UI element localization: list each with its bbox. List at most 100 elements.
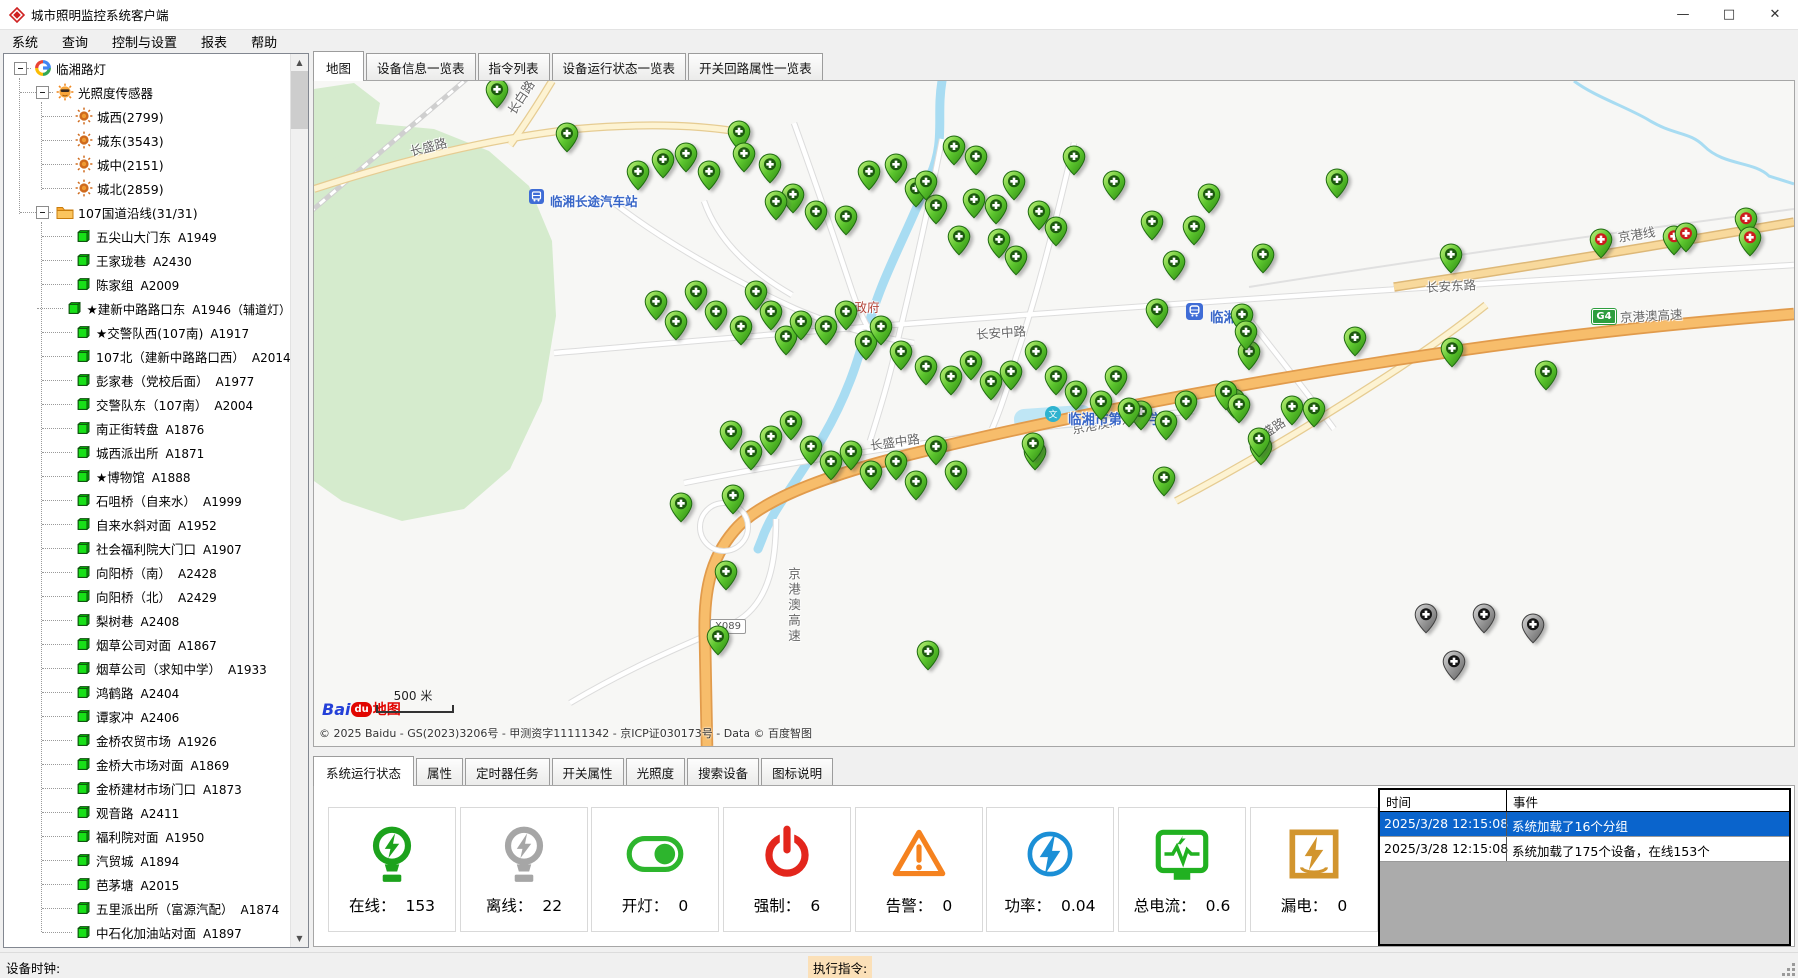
- scroll-down-icon[interactable]: ▼: [291, 930, 308, 947]
- tree-item-sensor[interactable]: 城北(2859): [4, 176, 291, 200]
- tree-item-device[interactable]: 王家珑巷A2430: [4, 248, 291, 272]
- tree-item-sensor[interactable]: 城中(2151): [4, 152, 291, 176]
- map-pin-online[interactable]: [729, 315, 753, 346]
- event-row[interactable]: 2025/3/28 12:15:08系统加载了16个分组: [1380, 812, 1789, 837]
- map-pin-online[interactable]: [1197, 183, 1221, 214]
- map-pin-online[interactable]: [857, 160, 881, 191]
- status-tab-2[interactable]: 定时器任务: [465, 758, 550, 785]
- map-pin-online[interactable]: [1062, 145, 1086, 176]
- map-pin-online[interactable]: [764, 190, 788, 221]
- map-tab-2[interactable]: 指令列表: [478, 53, 550, 80]
- map-tab-1[interactable]: 设备信息一览表: [366, 53, 476, 80]
- tree-item-device[interactable]: 福利院对面A1950: [4, 824, 291, 848]
- tree-item-device[interactable]: 中石化加油站对面A1897: [4, 920, 291, 944]
- map-pin-online[interactable]: [704, 300, 728, 331]
- map-pin-online[interactable]: [1343, 326, 1367, 357]
- tree-group-road[interactable]: 107国道沿线(31/31): [4, 200, 291, 224]
- tree-item-device[interactable]: 汽贸城A1894: [4, 848, 291, 872]
- event-row[interactable]: 2025/3/28 12:15:08系统加载了175个设备，在线153个: [1380, 837, 1789, 862]
- tree-item-device[interactable]: 自来水斜对面A1952: [4, 512, 291, 536]
- tree-item-device[interactable]: 五尖山大门东A1949: [4, 224, 291, 248]
- map-pin-online[interactable]: [889, 340, 913, 371]
- map-pin-online[interactable]: [721, 484, 745, 515]
- map-pin-online[interactable]: [947, 225, 971, 256]
- map-pin-online[interactable]: [626, 160, 650, 191]
- map-pin-online[interactable]: [789, 310, 813, 341]
- tree-item-device[interactable]: ★建新中路路口东A1946（辅道灯）: [4, 296, 291, 320]
- tree-item-device[interactable]: 烟草公司（求知中学）A1933: [4, 656, 291, 680]
- map-pin-online[interactable]: [1182, 215, 1206, 246]
- map-pin-online[interactable]: [674, 142, 698, 173]
- map-pin-online[interactable]: [651, 148, 675, 179]
- map-pin-online[interactable]: [1234, 320, 1258, 351]
- tree-expander-icon[interactable]: [14, 62, 27, 75]
- menu-item-报表[interactable]: 报表: [189, 29, 239, 54]
- status-tab-4[interactable]: 光照度: [626, 758, 686, 785]
- menu-item-控制与设置[interactable]: 控制与设置: [100, 29, 189, 54]
- map-pin-online[interactable]: [1439, 243, 1463, 274]
- map-pin-online[interactable]: [555, 122, 579, 153]
- map-pin-online[interactable]: [1162, 250, 1186, 281]
- map-pin-online[interactable]: [1044, 216, 1068, 247]
- map-pin-online[interactable]: [1002, 170, 1026, 201]
- map-pin-online[interactable]: [834, 300, 858, 331]
- map-pin-online[interactable]: [1104, 365, 1128, 396]
- tree-item-device[interactable]: 向阳桥（北）A2429: [4, 584, 291, 608]
- tree-item-device[interactable]: 烟草公司对面A1867: [4, 632, 291, 656]
- map-pin-online[interactable]: [1251, 243, 1275, 274]
- map-pin-offline[interactable]: [1521, 613, 1545, 644]
- tree-item-device[interactable]: 107北（建新中路路口西）A2014: [4, 344, 291, 368]
- resize-grip[interactable]: [1782, 963, 1796, 977]
- map-pin-online[interactable]: [834, 205, 858, 236]
- tree-item-device[interactable]: 梨树巷A2408: [4, 608, 291, 632]
- tree-group-sensors[interactable]: 光照度传感器: [4, 80, 291, 104]
- map-pin-online[interactable]: [1064, 380, 1088, 411]
- tree-scrollbar[interactable]: ▲ ▼: [290, 54, 308, 947]
- tree-item-device[interactable]: 鸿鹤路A2404: [4, 680, 291, 704]
- tree-item-device[interactable]: 向阳桥（南）A2428: [4, 560, 291, 584]
- scroll-up-icon[interactable]: ▲: [291, 54, 308, 71]
- map-pin-online[interactable]: [944, 460, 968, 491]
- map-pin-alarm[interactable]: [1674, 222, 1698, 253]
- tree-item-device[interactable]: 交警队东（107南）A2004: [4, 392, 291, 416]
- map-pin-online[interactable]: [664, 310, 688, 341]
- tree-item-device[interactable]: 谭家冲A2406: [4, 704, 291, 728]
- map-pin-online[interactable]: [1117, 397, 1141, 428]
- map-pin-online[interactable]: [758, 153, 782, 184]
- tree-item-device[interactable]: ★交警队西(107南)A1917: [4, 320, 291, 344]
- menu-item-帮助[interactable]: 帮助: [239, 29, 289, 54]
- map-pin-online[interactable]: [1534, 360, 1558, 391]
- map-pin-online[interactable]: [999, 360, 1023, 391]
- map-pin-offline[interactable]: [1472, 603, 1496, 634]
- device-tree[interactable]: 临湘路灯光照度传感器城西(2799)城东(3543)城中(2151)城北(285…: [4, 56, 291, 947]
- tree-item-sensor[interactable]: 城东(3543): [4, 128, 291, 152]
- tree-root[interactable]: 临湘路灯: [4, 56, 291, 80]
- map-pin-online[interactable]: [706, 625, 730, 656]
- menu-item-系统[interactable]: 系统: [0, 29, 50, 54]
- tree-item-device[interactable]: 彭家巷（党校后面）A1977: [4, 368, 291, 392]
- map-pin-online[interactable]: [914, 170, 938, 201]
- tree-expander-icon[interactable]: [36, 206, 49, 219]
- tree-item-device[interactable]: 五里派出所（富源汽配）A1874: [4, 896, 291, 920]
- map-pin-online[interactable]: [485, 80, 509, 109]
- tree-item-device[interactable]: 南正街转盘A1876: [4, 416, 291, 440]
- map-pin-online[interactable]: [964, 145, 988, 176]
- map-pin-online[interactable]: [916, 640, 940, 671]
- map-pin-online[interactable]: [1021, 432, 1045, 463]
- minimize-button[interactable]: —: [1660, 0, 1706, 29]
- tree-item-device[interactable]: 城西派出所A1871: [4, 440, 291, 464]
- tree-item-device[interactable]: 金桥大市场对面A1869: [4, 752, 291, 776]
- status-tab-1[interactable]: 属性: [416, 758, 463, 785]
- close-button[interactable]: ✕: [1752, 0, 1798, 29]
- tree-expander-icon[interactable]: [36, 86, 49, 99]
- map-canvas[interactable]: 长白路长盛路长安中路长安东路长盛中路京港澳高速京港澳高速京港线长盛路京港澳高速临…: [313, 80, 1795, 747]
- map-pin-online[interactable]: [904, 470, 928, 501]
- maximize-button[interactable]: □: [1706, 0, 1752, 29]
- map-pin-online[interactable]: [1302, 397, 1326, 428]
- map-pin-online[interactable]: [697, 160, 721, 191]
- map-pin-online[interactable]: [1152, 466, 1176, 497]
- tree-item-device[interactable]: 金桥农贸市场A1926: [4, 728, 291, 752]
- map-pin-online[interactable]: [1325, 168, 1349, 199]
- tree-item-device[interactable]: 观音路A2411: [4, 800, 291, 824]
- map-pin-online[interactable]: [942, 135, 966, 166]
